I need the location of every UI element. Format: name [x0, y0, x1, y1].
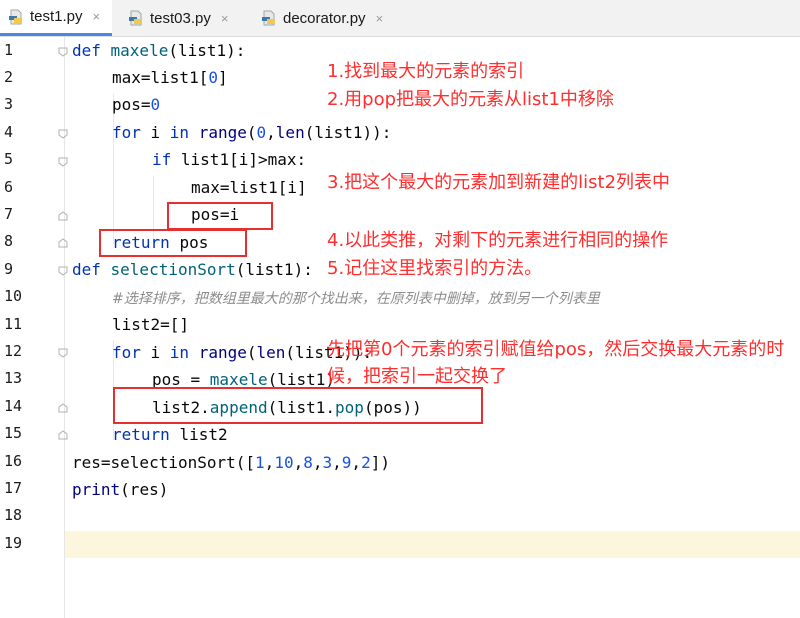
code-line-1[interactable]: def maxele(list1):: [72, 37, 245, 64]
fold-marker-icon[interactable]: [58, 403, 68, 413]
fold-marker-icon[interactable]: [58, 129, 68, 139]
line-number: 11: [4, 315, 23, 333]
line-number-gutter[interactable]: 1 2 3 4 5 6 7 8 9 10 11 12 13 14 15 16 1…: [0, 37, 68, 618]
annotation-step1: 1.找到最大的元素的索引: [327, 61, 525, 82]
tab-test03[interactable]: test03.py ×: [120, 0, 250, 36]
tab-decorator[interactable]: decorator.py ×: [255, 0, 405, 36]
fold-marker-icon[interactable]: [58, 157, 68, 167]
code-line-17[interactable]: print(res): [72, 476, 168, 503]
tab-label: decorator.py: [283, 9, 366, 27]
line-number: 1: [4, 41, 14, 59]
line-number: 2: [4, 68, 14, 86]
line-number: 13: [4, 369, 23, 387]
line-number: 19: [4, 534, 23, 552]
python-file-icon: [261, 10, 277, 26]
line-number: 9: [4, 260, 14, 278]
code-line-6[interactable]: max=list1[i]: [191, 174, 307, 201]
highlight-box-return: [99, 229, 247, 257]
fold-marker-icon[interactable]: [58, 266, 68, 276]
line-number: 7: [4, 205, 14, 223]
tab-label: test1.py: [30, 8, 83, 25]
code-line-11[interactable]: list2=[]: [112, 311, 189, 338]
fold-marker-icon[interactable]: [58, 348, 68, 358]
python-file-icon: [128, 10, 144, 26]
annotation-step5: 5.记住这里找索引的方法。: [327, 258, 543, 279]
fold-marker-icon[interactable]: [58, 211, 68, 221]
python-file-icon: [8, 9, 24, 25]
annotation-explanation: 先把第0个元素的索引赋值给pos，然后交换最大元素的时候，把索引一起交换了: [327, 339, 785, 387]
line-number: 14: [4, 397, 23, 415]
fold-marker-icon[interactable]: [58, 430, 68, 440]
line-number: 18: [4, 506, 23, 524]
line-number: 10: [4, 287, 23, 305]
code-line-9[interactable]: def selectionSort(list1):: [72, 256, 313, 283]
line-number: 3: [4, 95, 14, 113]
tab-test1[interactable]: test1.py ×: [0, 0, 112, 36]
annotation-step4: 4.以此类推，对剩下的元素进行相同的操作: [327, 230, 669, 251]
close-icon[interactable]: ×: [93, 9, 101, 24]
line-number: 5: [4, 150, 14, 168]
current-line-highlight: [0, 531, 800, 558]
code-line-16[interactable]: res=selectionSort([1,10,8,3,9,2]): [72, 449, 390, 476]
code-line-2[interactable]: max=list1[0]: [112, 64, 228, 91]
code-line-3[interactable]: pos=0: [112, 91, 160, 118]
editor-tab-bar: test1.py × test03.py × decorator.py ×: [0, 0, 800, 37]
fold-marker-icon[interactable]: [58, 238, 68, 248]
highlight-box-pos-assign: [167, 202, 273, 230]
code-line-4[interactable]: for i in range(0,len(list1)):: [112, 119, 391, 146]
annotation-step3: 3.把这个最大的元素加到新建的list2列表中: [327, 172, 671, 193]
code-line-10[interactable]: #选择排序，把数组里最大的那个找出来，在原列表中删掉，放到另一个列表里: [112, 284, 600, 311]
highlight-box-append-pop: [113, 387, 483, 424]
close-icon[interactable]: ×: [376, 11, 384, 26]
line-number: 8: [4, 232, 14, 250]
code-line-5[interactable]: if list1[i]>max:: [152, 146, 306, 173]
line-number: 16: [4, 452, 23, 470]
code-line-15[interactable]: return list2: [112, 421, 228, 448]
line-number: 12: [4, 342, 23, 360]
tab-label: test03.py: [150, 9, 211, 27]
line-number: 6: [4, 178, 14, 196]
line-number: 15: [4, 424, 23, 442]
fold-marker-icon[interactable]: [58, 47, 68, 57]
line-number: 17: [4, 479, 23, 497]
annotation-step2: 2.用pop把最大的元素从list1中移除: [327, 89, 614, 110]
line-number: 4: [4, 123, 14, 141]
close-icon[interactable]: ×: [221, 11, 229, 26]
